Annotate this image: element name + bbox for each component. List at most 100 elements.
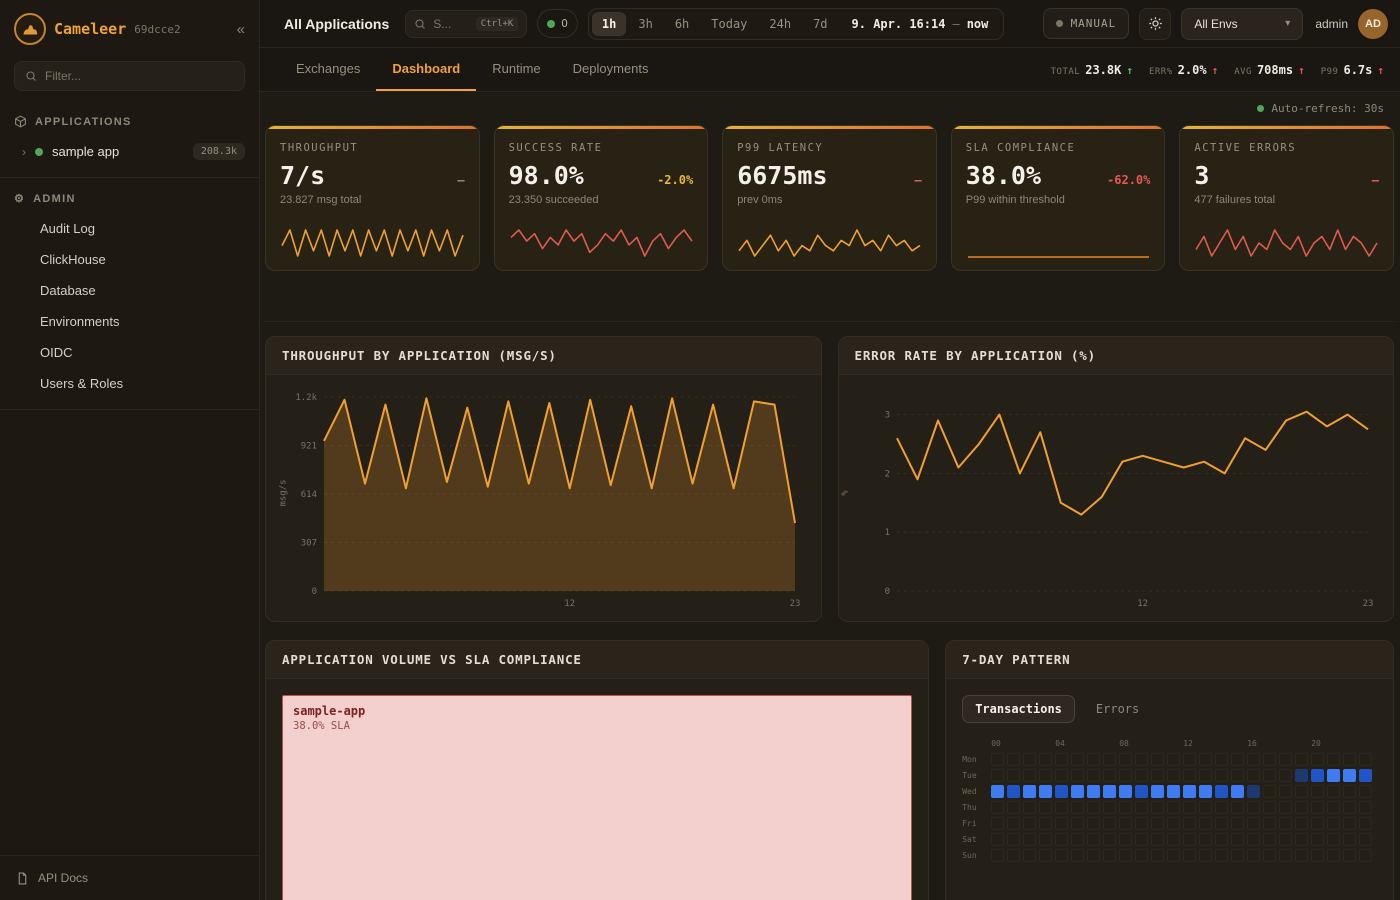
heatmap-cell[interactable] xyxy=(1183,833,1196,846)
heatmap-cell[interactable] xyxy=(1151,769,1164,782)
heatmap-cell[interactable] xyxy=(1343,769,1356,782)
heatmap-cell[interactable] xyxy=(1295,801,1308,814)
heatmap-cell[interactable] xyxy=(1135,801,1148,814)
filter-box[interactable] xyxy=(14,61,245,91)
heatmap-cell[interactable] xyxy=(1071,849,1084,862)
heatmap-cell[interactable] xyxy=(1135,817,1148,830)
heatmap-cell[interactable] xyxy=(1263,801,1276,814)
heatmap-cell[interactable] xyxy=(1055,785,1068,798)
heatmap-cell[interactable] xyxy=(1247,801,1260,814)
tab-transactions[interactable]: Transactions xyxy=(962,695,1075,723)
heatmap-cell[interactable] xyxy=(1167,833,1180,846)
heatmap-cell[interactable] xyxy=(1263,849,1276,862)
main-content[interactable]: Auto-refresh: 30s THROUGHPUT 7/s– 23.827… xyxy=(260,92,1400,900)
heatmap-cell[interactable] xyxy=(1183,785,1196,798)
heatmap-cell[interactable] xyxy=(1343,849,1356,862)
live-indicator[interactable]: O xyxy=(537,9,578,38)
heatmap-cell[interactable] xyxy=(1087,833,1100,846)
heatmap-cell[interactable] xyxy=(1119,785,1132,798)
heatmap-cell[interactable] xyxy=(1295,769,1308,782)
heatmap-cell[interactable] xyxy=(1167,801,1180,814)
date-range[interactable]: 9. Apr. 16:14 – now xyxy=(840,17,1001,31)
heatmap-cell[interactable] xyxy=(1167,769,1180,782)
heatmap-cell[interactable] xyxy=(1055,801,1068,814)
heatmap-cell[interactable] xyxy=(1231,785,1244,798)
heatmap-cell[interactable] xyxy=(1071,753,1084,766)
heatmap-cell[interactable] xyxy=(991,817,1004,830)
tab-exchanges[interactable]: Exchanges xyxy=(280,48,376,91)
heatmap-cell[interactable] xyxy=(1151,833,1164,846)
heatmap-cell[interactable] xyxy=(1311,817,1324,830)
heatmap-cell[interactable] xyxy=(1071,769,1084,782)
heatmap-cell[interactable] xyxy=(1167,817,1180,830)
heatmap-cell[interactable] xyxy=(1231,817,1244,830)
sidebar-collapse-button[interactable]: « xyxy=(237,21,245,38)
heatmap-cell[interactable] xyxy=(1343,833,1356,846)
heatmap-cell[interactable] xyxy=(1359,769,1372,782)
heatmap-cell[interactable] xyxy=(1023,801,1036,814)
time-range-today[interactable]: Today xyxy=(701,12,757,36)
heatmap-cell[interactable] xyxy=(1311,801,1324,814)
heatmap-cell[interactable] xyxy=(1327,817,1340,830)
heatmap-cell[interactable] xyxy=(1071,833,1084,846)
heatmap-cell[interactable] xyxy=(1231,801,1244,814)
heatmap-cell[interactable] xyxy=(991,833,1004,846)
heatmap-cell[interactable] xyxy=(1007,753,1020,766)
heatmap-cell[interactable] xyxy=(1295,753,1308,766)
heatmap-cell[interactable] xyxy=(1247,817,1260,830)
sidebar-item-users-roles[interactable]: Users & Roles xyxy=(0,368,259,399)
heatmap-cell[interactable] xyxy=(1215,849,1228,862)
heatmap-cell[interactable] xyxy=(1327,833,1340,846)
heatmap-cell[interactable] xyxy=(1183,801,1196,814)
heatmap-cell[interactable] xyxy=(1279,849,1292,862)
manual-refresh-button[interactable]: MANUAL xyxy=(1043,8,1130,39)
heatmap-cell[interactable] xyxy=(1183,817,1196,830)
heatmap-cell[interactable] xyxy=(1263,817,1276,830)
sidebar-item-database[interactable]: Database xyxy=(0,275,259,306)
heatmap-cell[interactable] xyxy=(1343,753,1356,766)
sidebar-item-oidc[interactable]: OIDC xyxy=(0,337,259,368)
heatmap-cell[interactable] xyxy=(1199,817,1212,830)
heatmap-cell[interactable] xyxy=(1327,801,1340,814)
theme-toggle-button[interactable] xyxy=(1139,8,1171,40)
heatmap-cell[interactable] xyxy=(1279,753,1292,766)
heatmap-cell[interactable] xyxy=(1023,849,1036,862)
heatmap-cell[interactable] xyxy=(1343,801,1356,814)
throughput-chart[interactable]: 1.2k92161430701223 xyxy=(282,389,805,611)
heatmap-cell[interactable] xyxy=(1295,849,1308,862)
heatmap-cell[interactable] xyxy=(1135,849,1148,862)
heatmap-cell[interactable] xyxy=(1327,753,1340,766)
heatmap-cell[interactable] xyxy=(1247,849,1260,862)
heatmap-cell[interactable] xyxy=(1151,753,1164,766)
heatmap-cell[interactable] xyxy=(1279,769,1292,782)
heatmap-cell[interactable] xyxy=(1151,817,1164,830)
heatmap-cell[interactable] xyxy=(1215,801,1228,814)
heatmap-cell[interactable] xyxy=(1007,769,1020,782)
heatmap-cell[interactable] xyxy=(1247,753,1260,766)
heatmap-cell[interactable] xyxy=(1119,753,1132,766)
heatmap-cell[interactable] xyxy=(1199,769,1212,782)
heatmap-cell[interactable] xyxy=(1279,833,1292,846)
heatmap-cell[interactable] xyxy=(1007,849,1020,862)
heatmap-cell[interactable] xyxy=(1343,785,1356,798)
heatmap-cell[interactable] xyxy=(1055,833,1068,846)
tab-deployments[interactable]: Deployments xyxy=(557,48,665,91)
heatmap-cell[interactable] xyxy=(1119,817,1132,830)
heatmap-cell[interactable] xyxy=(1135,769,1148,782)
heatmap-cell[interactable] xyxy=(1039,769,1052,782)
heatmap-cell[interactable] xyxy=(1343,817,1356,830)
heatmap-cell[interactable] xyxy=(1295,817,1308,830)
heatmap-cell[interactable] xyxy=(1071,817,1084,830)
heatmap-cell[interactable] xyxy=(1135,785,1148,798)
heatmap-cell[interactable] xyxy=(1183,753,1196,766)
api-docs-link[interactable]: API Docs xyxy=(0,855,259,900)
heatmap-cell[interactable] xyxy=(1311,753,1324,766)
heatmap-cell[interactable] xyxy=(1167,849,1180,862)
heatmap-cell[interactable] xyxy=(1359,801,1372,814)
heatmap-cell[interactable] xyxy=(1215,769,1228,782)
heatmap-cell[interactable] xyxy=(1247,833,1260,846)
heatmap-cell[interactable] xyxy=(1007,817,1020,830)
heatmap-cell[interactable] xyxy=(1007,801,1020,814)
heatmap-cell[interactable] xyxy=(1071,785,1084,798)
heatmap-cell[interactable] xyxy=(1199,801,1212,814)
